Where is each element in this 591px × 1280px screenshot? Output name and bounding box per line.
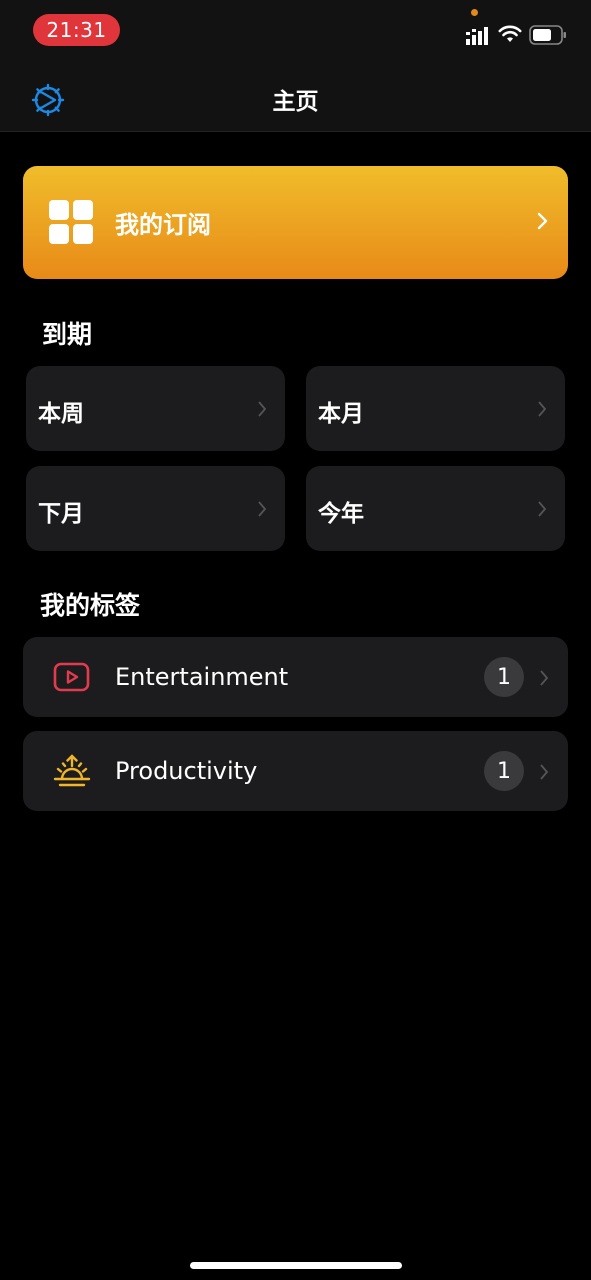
status-time: 21:31 (33, 14, 120, 46)
tile-label: 本月 (318, 401, 364, 427)
chevron-right-icon (258, 501, 267, 517)
page-title: 主页 (272, 89, 319, 115)
due-next-month-tile[interactable]: 下月 (26, 466, 285, 551)
tile-label: 本周 (38, 401, 84, 427)
chevron-right-icon (537, 212, 548, 230)
nav-bar: 主页 (0, 60, 591, 132)
status-bar: 21:31 (0, 0, 591, 60)
tag-label: Entertainment (115, 663, 289, 691)
due-this-week-tile[interactable]: 本周 (26, 366, 285, 451)
tag-count-badge: 1 (484, 657, 524, 697)
wifi-icon (498, 25, 522, 42)
tag-label: Productivity (115, 757, 258, 785)
tile-label: 下月 (38, 501, 84, 527)
chevron-right-icon (540, 670, 549, 686)
my-subscriptions-label: 我的订阅 (115, 211, 211, 239)
chevron-right-icon (540, 764, 549, 780)
tag-row-productivity[interactable]: Productivity 1 (23, 731, 568, 811)
privacy-indicator-dot (471, 9, 478, 16)
chevron-right-icon (258, 401, 267, 417)
tag-count-badge: 1 (484, 751, 524, 791)
home-indicator[interactable] (190, 1262, 402, 1269)
tag-row-entertainment[interactable]: Entertainment 1 (23, 637, 568, 717)
due-this-month-tile[interactable]: 本月 (306, 366, 565, 451)
play-button-icon (53, 662, 90, 692)
grid-icon (49, 200, 95, 246)
sunrise-icon (53, 754, 91, 787)
chevron-right-icon (538, 401, 547, 417)
tags-section-title: 我的标签 (40, 591, 141, 620)
my-subscriptions-button[interactable] (23, 166, 568, 279)
due-this-year-tile[interactable]: 今年 (306, 466, 565, 551)
battery-icon (529, 25, 566, 45)
chevron-right-icon (538, 501, 547, 517)
signal-icon (466, 27, 488, 45)
tile-label: 今年 (318, 501, 364, 527)
due-section-title: 到期 (42, 320, 93, 349)
